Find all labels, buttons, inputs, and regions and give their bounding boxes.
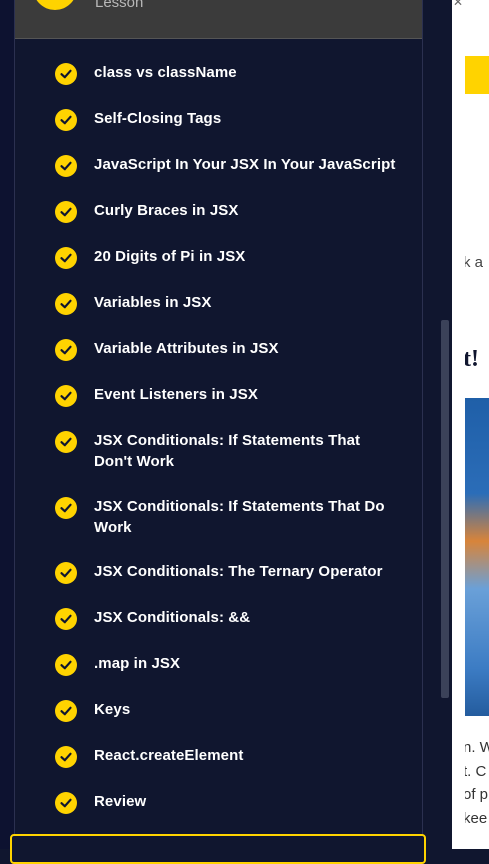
lesson-item[interactable]: Curly Braces in JSX: [55, 200, 400, 223]
lesson-label: React.createElement: [94, 747, 244, 764]
lesson-label: Curly Braces in JSX: [94, 202, 239, 219]
lesson-item[interactable]: Variables in JSX: [55, 292, 400, 315]
check-circle-icon: [55, 562, 77, 584]
lesson-item[interactable]: JSX Conditionals: &&: [55, 607, 400, 630]
lesson-label: 20 Digits of Pi in JSX: [94, 248, 246, 265]
lesson-item[interactable]: React.createElement: [55, 745, 400, 768]
left-frame: [0, 0, 14, 849]
content-line: kee: [465, 809, 488, 827]
lesson-menu-panel: Lesson class vs className Self-Closing T…: [14, 0, 423, 849]
check-circle-icon: [55, 109, 77, 131]
check-circle-icon: [55, 654, 77, 676]
lesson-label: JSX Conditionals: If Statements That Do …: [94, 498, 385, 536]
close-icon[interactable]: ✕: [453, 0, 463, 9]
lesson-item[interactable]: JSX Conditionals: If Statements That Do …: [55, 496, 400, 538]
lesson-item[interactable]: Variable Attributes in JSX: [55, 338, 400, 361]
check-circle-icon: [55, 431, 77, 453]
check-circle-icon: [55, 608, 77, 630]
lesson-menu-header: Lesson: [15, 0, 422, 39]
check-circle-icon: [55, 385, 77, 407]
content-heading: t!: [465, 346, 479, 372]
lesson-label: Event Listeners in JSX: [94, 386, 258, 403]
check-circle-icon: [55, 201, 77, 223]
lesson-menu-scrollbar[interactable]: [441, 320, 449, 698]
content-line: n. W: [465, 739, 489, 756]
lesson-item[interactable]: Keys: [55, 699, 400, 722]
lesson-label: class vs className: [94, 64, 237, 81]
content-text: k a: [465, 254, 484, 271]
lesson-header-label: Lesson: [95, 0, 144, 11]
lesson-item[interactable]: 20 Digits of Pi in JSX: [55, 246, 400, 269]
lesson-label: .map in JSX: [94, 655, 181, 672]
lesson-label: Keys: [94, 701, 131, 718]
lesson-label: Variables in JSX: [94, 294, 212, 311]
content-paragraph: n. W t. C of p kee: [465, 736, 489, 830]
lesson-item[interactable]: JSX Conditionals: The Ternary Operator: [55, 561, 400, 584]
lesson-label: JSX Conditionals: &&: [94, 609, 251, 626]
lesson-item[interactable]: Self-Closing Tags: [55, 108, 400, 131]
content-line: t. C: [465, 762, 487, 780]
check-circle-icon: [55, 63, 77, 85]
check-circle-icon: [55, 792, 77, 814]
check-circle-icon: [55, 247, 77, 269]
lesson-content-peek: k a t! n. W t. C of p kee: [465, 0, 489, 849]
panel-gutter: [452, 0, 465, 849]
lesson-label: JavaScript In Your JSX In Your JavaScrip…: [94, 156, 396, 173]
check-circle-icon: [55, 746, 77, 768]
content-banner: [465, 56, 489, 94]
lesson-item[interactable]: .map in JSX: [55, 653, 400, 676]
check-circle-icon: [55, 700, 77, 722]
lesson-label: Variable Attributes in JSX: [94, 340, 279, 357]
check-circle-icon: [55, 155, 77, 177]
content-line: of p: [465, 786, 489, 803]
lesson-item[interactable]: Review: [55, 791, 400, 814]
next-lesson-button[interactable]: [10, 834, 426, 864]
lesson-label: Self-Closing Tags: [94, 110, 222, 127]
lesson-label: JSX Conditionals: If Statements That Don…: [94, 432, 361, 470]
lesson-item[interactable]: JavaScript In Your JSX In Your JavaScrip…: [55, 154, 400, 177]
lesson-item[interactable]: Event Listeners in JSX: [55, 384, 400, 407]
lesson-badge-icon: [33, 0, 77, 10]
lesson-item[interactable]: JSX Conditionals: If Statements That Don…: [55, 430, 400, 472]
lesson-label: JSX Conditionals: The Ternary Operator: [94, 563, 383, 580]
check-circle-icon: [55, 497, 77, 519]
content-photo: [465, 398, 489, 716]
lesson-item[interactable]: class vs className: [55, 62, 400, 85]
lesson-label: Review: [94, 793, 147, 810]
check-circle-icon: [55, 339, 77, 361]
check-circle-icon: [55, 293, 77, 315]
